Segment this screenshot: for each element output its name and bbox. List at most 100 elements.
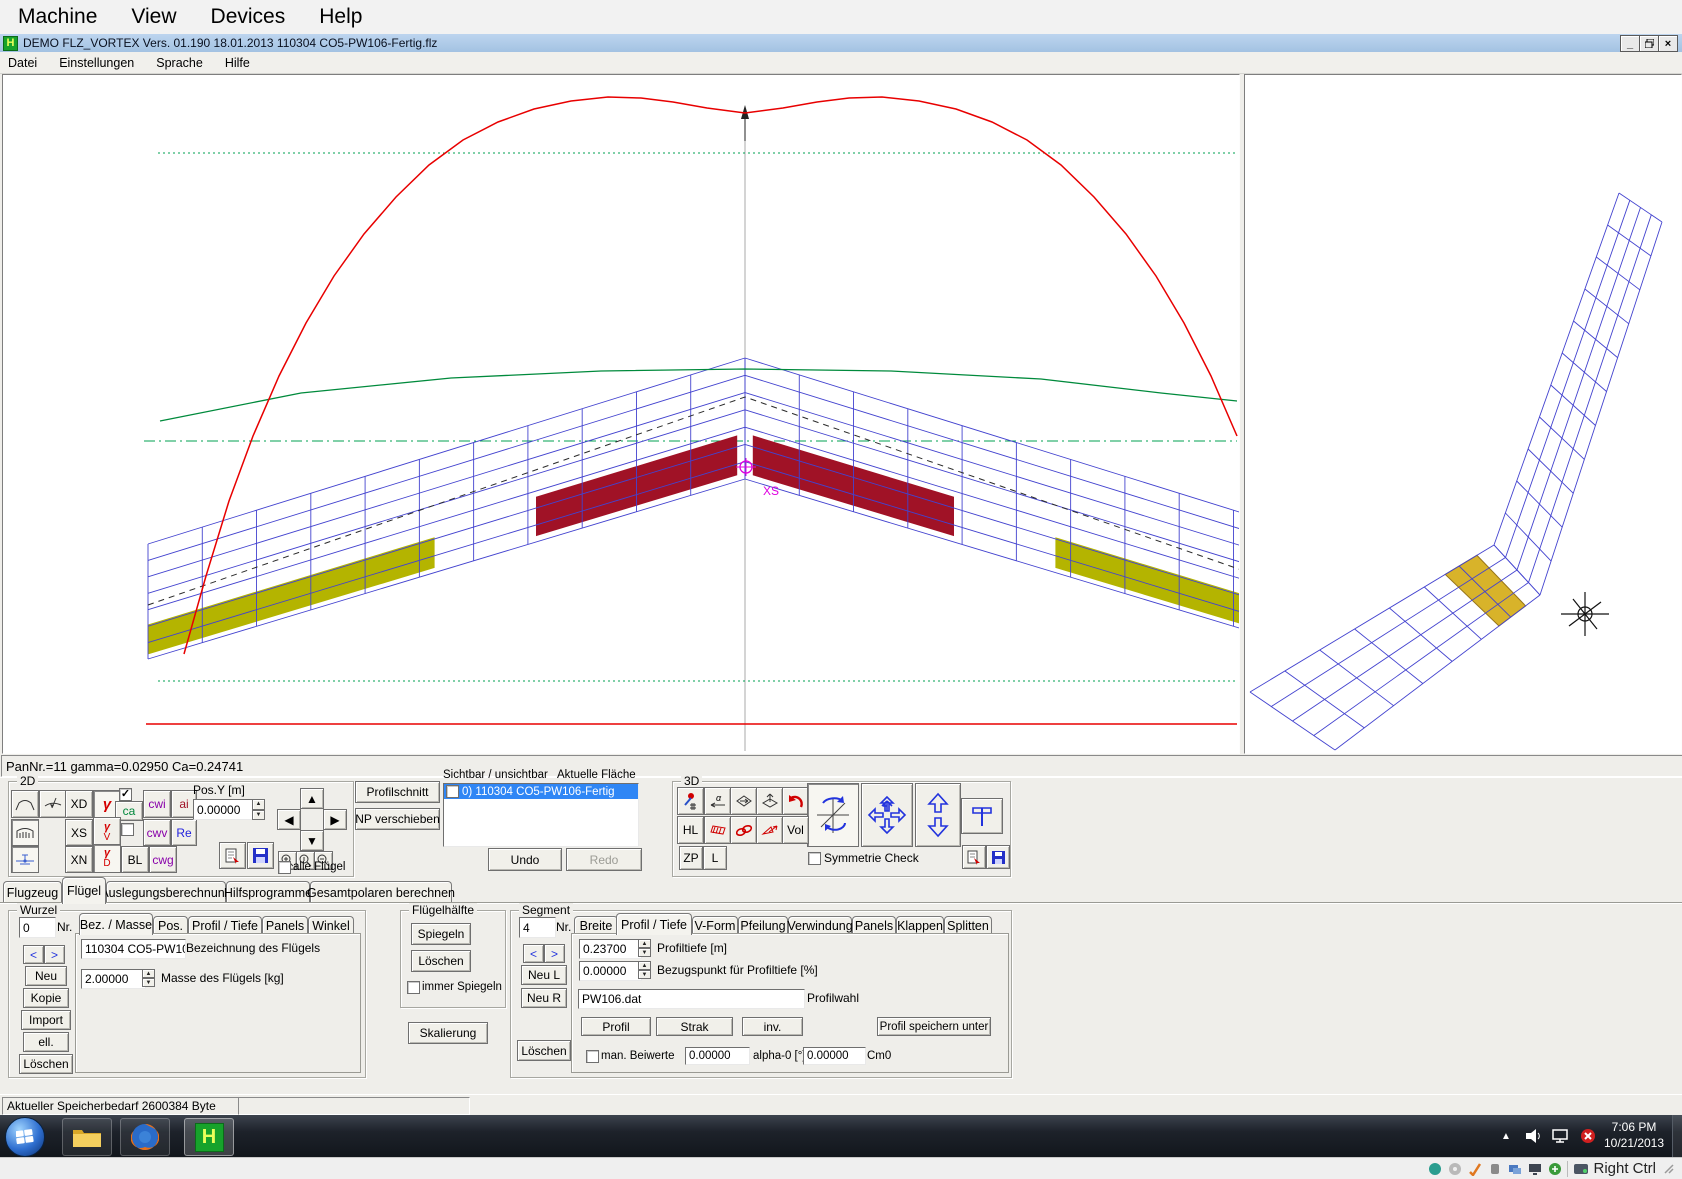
vm-usb-icon[interactable] <box>1487 1161 1502 1176</box>
taskbar-flz-button[interactable]: H <box>184 1118 234 1156</box>
airplane-button[interactable] <box>11 846 39 873</box>
wurzel-tab-bez-masse[interactable]: Bez. / Masse <box>79 913 153 935</box>
man-beiwerte-checkbox[interactable] <box>586 1050 599 1063</box>
copy-3d-button[interactable] <box>962 845 986 869</box>
wurzel-loeschen-button[interactable]: Löschen <box>19 1054 73 1074</box>
alpha-flow-button[interactable]: α <box>704 787 731 815</box>
vm-features-icon[interactable] <box>1547 1161 1562 1176</box>
segment-nr-input[interactable]: 4 <box>519 917 556 938</box>
tray-show-hidden-button[interactable]: ▲ <box>1496 1126 1516 1146</box>
segment-prev-button[interactable]: < <box>523 944 544 963</box>
profil-button[interactable]: Profil <box>581 1017 651 1036</box>
resize-grip-icon[interactable] <box>1661 1161 1676 1176</box>
view3d-canvas[interactable] <box>1245 75 1681 753</box>
profil-file-input[interactable]: PW106.dat <box>578 989 805 1009</box>
tray-volume-icon[interactable] <box>1524 1126 1544 1146</box>
vm-hdd-icon[interactable] <box>1427 1161 1442 1176</box>
build-3d-button[interactable] <box>961 798 1003 834</box>
taskbar-firefox-button[interactable] <box>120 1118 170 1156</box>
planform-plot-panel[interactable]: XS <box>2 74 1240 754</box>
wurzel-import-button[interactable]: Import <box>21 1010 71 1030</box>
cwi-button[interactable]: cwi <box>143 790 171 818</box>
l-button[interactable]: L <box>703 846 727 870</box>
save-plot-button[interactable] <box>247 842 274 869</box>
mesh-paint-button[interactable] <box>677 787 704 815</box>
panel-arrow-button[interactable] <box>756 816 783 844</box>
tray-action-center-icon[interactable] <box>1578 1126 1598 1146</box>
zoom-3d-button[interactable] <box>915 783 961 847</box>
xn-button[interactable]: XN <box>65 846 93 873</box>
panel-normals-button[interactable] <box>730 787 757 815</box>
masse-spinner[interactable]: ▲▼ <box>142 969 155 987</box>
skalierung-button[interactable]: Skalierung <box>408 1022 488 1044</box>
taskbar-clock[interactable]: 7:06 PM 10/21/2013 <box>1600 1119 1668 1153</box>
move-3d-button[interactable] <box>861 783 913 847</box>
tab-auslegungsberechnung[interactable]: Auslegungsberechnung <box>106 881 226 904</box>
hangar-button[interactable] <box>11 819 39 846</box>
strak-button[interactable]: Strak <box>656 1017 733 1036</box>
wurzel-nr-input[interactable]: 0 <box>19 917 56 938</box>
segment-loeschen-button[interactable]: Löschen <box>517 1040 571 1061</box>
reset-view-button[interactable] <box>782 787 809 815</box>
profil-speichern-button[interactable]: Profil speichern unter <box>877 1017 991 1036</box>
gamma-v-checkbox[interactable] <box>121 823 134 836</box>
neu-l-button[interactable]: Neu L <box>521 965 567 985</box>
tab-fluegel[interactable]: Flügel <box>62 877 106 904</box>
wurzel-prev-button[interactable]: < <box>23 945 44 964</box>
menu-datei[interactable]: Datei <box>8 56 37 70</box>
wurzel-ell-button[interactable]: ell. <box>23 1032 69 1052</box>
tray-network-icon[interactable] <box>1550 1126 1572 1146</box>
pan-right-button[interactable]: ▶ <box>323 809 347 830</box>
taskbar-explorer-button[interactable] <box>62 1118 112 1156</box>
xs-button[interactable]: XS <box>65 819 93 846</box>
pan-up-button[interactable]: ▲ <box>300 788 324 809</box>
immer-spiegeln-checkbox[interactable] <box>407 981 420 994</box>
close-button[interactable]: × <box>1658 35 1678 52</box>
gamma-d-button[interactable]: γ D <box>93 844 121 873</box>
inv-button[interactable]: inv. <box>742 1017 803 1036</box>
menu-einstellungen[interactable]: Einstellungen <box>59 56 134 70</box>
cm0-input[interactable]: 0.00000 <box>803 1047 866 1065</box>
vm-menu-help[interactable]: Help <box>319 5 362 29</box>
alle-fluegel-checkbox[interactable] <box>278 861 291 874</box>
minimize-button[interactable]: _ <box>1620 35 1640 52</box>
wing-listbox[interactable]: 0) 110304 CO5-PW106-Fertig <box>443 783 639 847</box>
gamma-v-button[interactable]: γ V <box>93 817 121 847</box>
cwv-button[interactable]: cwv <box>143 819 171 846</box>
redo-button[interactable]: Redo <box>566 848 642 871</box>
ca-checkbox[interactable] <box>119 788 132 801</box>
save-3d-button[interactable] <box>986 845 1010 869</box>
vol-button[interactable]: Vol <box>782 816 809 844</box>
planform-plot-canvas[interactable]: XS <box>3 75 1239 753</box>
xd-button[interactable]: XD <box>65 790 93 818</box>
vm-menu-devices[interactable]: Devices <box>211 5 286 29</box>
hl-button[interactable]: HL <box>677 816 704 844</box>
restore-button[interactable] <box>1639 35 1659 52</box>
link-button[interactable] <box>730 816 757 844</box>
view3d-panel[interactable] <box>1244 74 1682 754</box>
segment-tab-profil-tiefe[interactable]: Profil / Tiefe <box>616 913 692 935</box>
panel-up-button[interactable] <box>756 787 783 815</box>
wing-visible-checkbox[interactable] <box>446 785 459 798</box>
copy-plot-button[interactable] <box>219 842 246 869</box>
planform-view-button[interactable] <box>11 790 39 818</box>
profiltiefe-input[interactable]: 0.23700 <box>579 939 642 959</box>
show-desktop-button[interactable] <box>1672 1115 1682 1157</box>
profiltiefe-spinner[interactable]: ▲▼ <box>638 939 651 957</box>
menu-hilfe[interactable]: Hilfe <box>225 56 250 70</box>
wurzel-neu-button[interactable]: Neu <box>25 966 67 986</box>
masse-input[interactable]: 2.00000 <box>81 969 146 989</box>
app-titlebar[interactable]: H DEMO FLZ_VORTEX Vers. 01.190 18.01.201… <box>0 34 1682 52</box>
posy-input[interactable]: 0.00000 <box>193 799 256 820</box>
zp-button[interactable]: ZP <box>679 846 703 870</box>
panels-red-button[interactable] <box>704 816 731 844</box>
tab-flugzeug[interactable]: Flugzeug <box>3 881 62 904</box>
undo-button[interactable]: Undo <box>488 848 562 871</box>
bezugspunkt-input[interactable]: 0.00000 <box>579 961 642 981</box>
wurzel-next-button[interactable]: > <box>44 945 65 964</box>
neu-r-button[interactable]: Neu R <box>521 988 567 1008</box>
bezugspunkt-spinner[interactable]: ▲▼ <box>638 961 651 979</box>
np-verschieben-button[interactable]: NP verschieben <box>355 808 440 830</box>
alpha0-input[interactable]: 0.00000 <box>685 1047 750 1065</box>
vm-network-icon[interactable] <box>1507 1161 1522 1176</box>
